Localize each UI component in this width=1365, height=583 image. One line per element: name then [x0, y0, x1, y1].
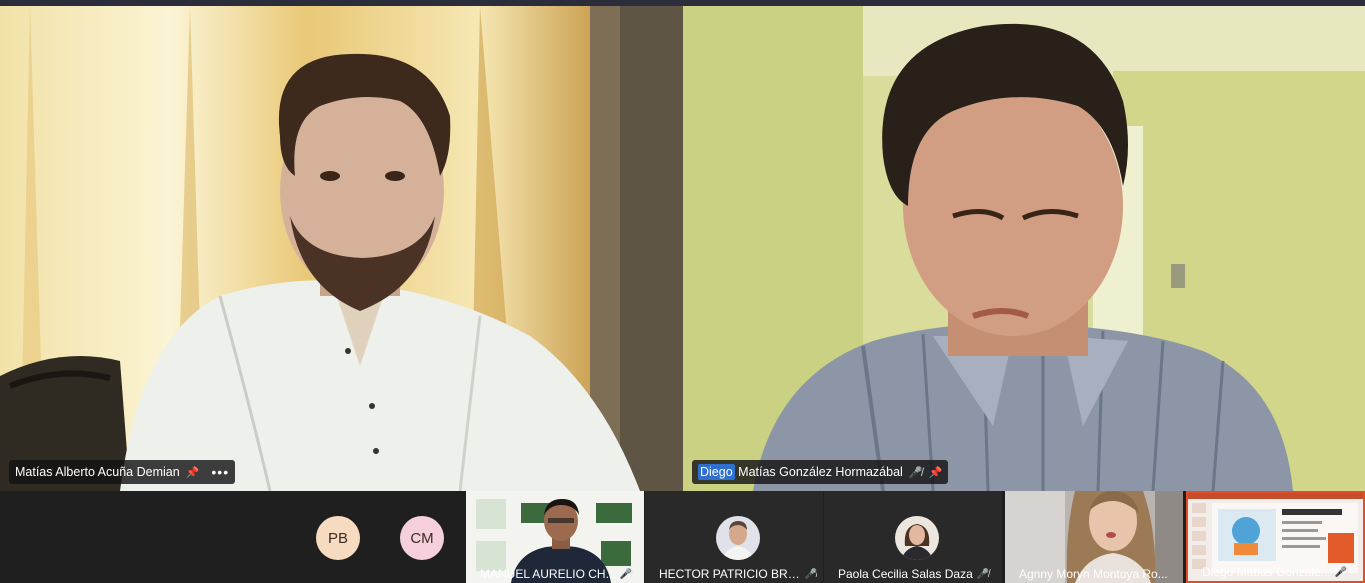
pin-icon[interactable]: 📌 [186, 466, 200, 479]
mic-off-icon: 🎤̸ [908, 466, 923, 479]
participant-name: Matías González Hormazábal [738, 465, 903, 479]
avatar[interactable]: PB [316, 516, 360, 560]
participant-name: Diego Matías Gonzále... [1202, 565, 1331, 579]
participant-name-highlight: Diego [698, 464, 735, 480]
participant-name-tag: Paola Cecilia Salas Daza 🎤̸ [838, 567, 996, 581]
mic-off-icon: 🎤̸ [804, 568, 817, 580]
participant-name-tag: Diego Matías Gonzále... 🎤̸ [1202, 565, 1357, 579]
participant-name-tag: Agnny Moryn Montoya Ro... [1019, 567, 1177, 581]
avatar [895, 516, 939, 560]
video-tile-hector[interactable]: HECTOR PATRICIO BRI... 🎤̸ [645, 491, 823, 583]
video-tile-matias[interactable]: Matías Alberto Acuña Demian 📌 ••• [0, 6, 683, 491]
participant-name-tag: MANUEL AURELIO CH... 🎤̸ [480, 567, 638, 581]
more-options-icon[interactable]: ••• [211, 464, 229, 480]
video-tile-diego[interactable]: Diego Matías González Hormazábal 🎤̸ 📌 [683, 6, 1365, 491]
participant-name-tag: Matías Alberto Acuña Demian 📌 ••• [9, 460, 236, 484]
participant-name: Agnny Moryn Montoya Ro... [1019, 567, 1168, 581]
participant-name: MANUEL AURELIO CH... [480, 567, 616, 581]
mic-off-icon: 🎤̸ [1334, 566, 1348, 578]
participant-video-feed [683, 6, 1365, 491]
video-tile-manuel[interactable]: MANUEL AURELIO CH... 🎤̸ [466, 491, 644, 583]
mic-off-icon: 🎤̸ [976, 568, 990, 580]
participant-name: Paola Cecilia Salas Daza [838, 567, 973, 581]
participant-name-tag: HECTOR PATRICIO BRI... 🎤̸ [659, 567, 817, 581]
video-tile-agnny[interactable]: Agnny Moryn Montoya Ro... [1005, 491, 1183, 583]
screen-share-tile-diego[interactable]: Diego Matías Gonzále... 🎤̸ [1186, 491, 1365, 583]
participant-video-feed [0, 6, 683, 491]
participant-strip: PB CM MANUEL AURELIO CH... 🎤̸ HECTOR PAT… [0, 491, 1365, 583]
mic-off-icon: 🎤̸ [619, 568, 633, 580]
avatar[interactable]: CM [400, 516, 444, 560]
avatar-initials: CM [410, 529, 434, 547]
participant-name: HECTOR PATRICIO BRI... [659, 567, 801, 581]
pin-icon[interactable]: 📌 [929, 466, 943, 479]
participant-name: Matías Alberto Acuña Demian [15, 465, 180, 479]
participant-name-tag: Diego Matías González Hormazábal 🎤̸ 📌 [692, 460, 949, 484]
avatar-initials: PB [327, 529, 348, 547]
video-tile-paola[interactable]: Paola Cecilia Salas Daza 🎤̸ [824, 491, 1002, 583]
avatar [716, 516, 760, 560]
